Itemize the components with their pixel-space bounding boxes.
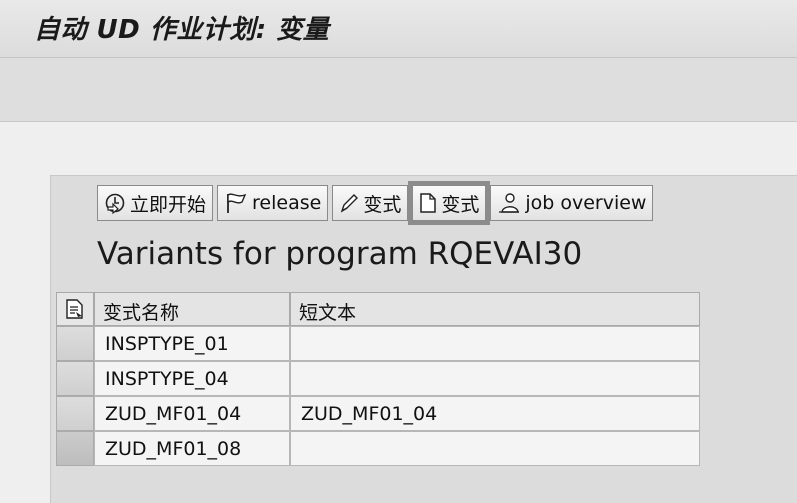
row-selector[interactable] xyxy=(56,431,94,466)
change-variant-button[interactable]: 变式 xyxy=(332,185,409,221)
page-heading: Variants for program RQEVAI30 xyxy=(97,236,583,272)
variant-name-cell[interactable]: ZUD_MF01_08 xyxy=(94,431,290,466)
row-selector[interactable] xyxy=(56,361,94,396)
variant-name-cell[interactable]: ZUD_MF01_04 xyxy=(94,396,290,431)
job-overview-label: job overview xyxy=(525,192,647,214)
application-toolbar xyxy=(0,58,797,122)
table-settings-button[interactable] xyxy=(56,292,94,326)
window-title: 自动 UD 作业计划: 变量 xyxy=(34,15,330,45)
short-text-cell[interactable] xyxy=(290,431,700,466)
row-selector[interactable] xyxy=(56,326,94,361)
pencil-icon xyxy=(341,194,359,213)
person-icon xyxy=(499,193,520,213)
release-button[interactable]: release xyxy=(217,185,329,221)
start-immediately-label: 立即开始 xyxy=(130,193,207,216)
short-text-cell[interactable] xyxy=(290,361,700,396)
start-immediately-button[interactable]: 立即开始 xyxy=(97,185,214,221)
release-label: release xyxy=(252,192,322,214)
short-text-cell[interactable] xyxy=(290,326,700,361)
new-document-icon xyxy=(420,193,437,213)
change-variant-label: 变式 xyxy=(363,193,402,216)
flag-icon xyxy=(227,193,247,213)
variant-name-cell[interactable]: INSPTYPE_04 xyxy=(94,361,290,396)
title-bar: 自动 UD 作业计划: 变量 xyxy=(0,0,797,58)
row-selector[interactable] xyxy=(56,396,94,431)
job-overview-button[interactable]: job overview xyxy=(490,185,654,221)
column-header-variant-name[interactable]: 变式名称 xyxy=(94,292,290,326)
table-settings-icon xyxy=(66,299,83,319)
column-header-short-text[interactable]: 短文本 xyxy=(290,292,700,326)
create-variant-button[interactable]: 变式 xyxy=(408,181,491,225)
variant-name-cell[interactable]: INSPTYPE_01 xyxy=(94,326,290,361)
execute-clock-icon xyxy=(105,193,125,214)
variant-toolbar: 立即开始 release 变式 变式 job overview xyxy=(97,181,654,225)
create-variant-label: 变式 xyxy=(441,193,480,216)
short-text-cell[interactable]: ZUD_MF01_04 xyxy=(290,396,700,431)
